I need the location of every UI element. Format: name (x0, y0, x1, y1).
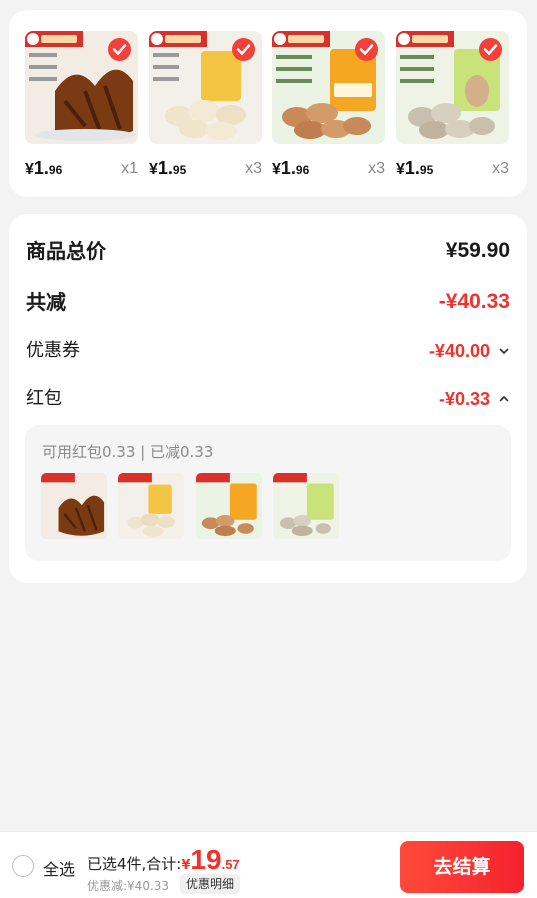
checkout-button[interactable]: 去结算 (400, 841, 524, 893)
total-reduction-value: -¥40.33 (438, 290, 510, 313)
checkmark-icon (355, 38, 378, 61)
product-quantity: x3 (368, 160, 385, 177)
product-image-cashews[interactable] (149, 31, 262, 144)
select-all-label[interactable]: 全选 (43, 856, 75, 880)
price-summary-card: 商品总价 ¥59.90 共减 -¥40.33 优惠券 -¥40.00 红包 -¥… (9, 214, 527, 583)
chevron-down-icon[interactable] (498, 347, 510, 355)
product-item[interactable]: ¥1.96 x3 (272, 31, 385, 178)
redpack-product-thumb (196, 473, 262, 539)
total-price-value: ¥59.90 (445, 239, 510, 262)
redpack-product-thumb (41, 473, 107, 539)
redpack-info-text: 可用红包0.33 | 已减0.33 (42, 443, 214, 461)
redpack-details-panel: 可用红包0.33 | 已减0.33 (25, 425, 511, 561)
total-summary: 已选4件,合计:¥19.57 (87, 844, 240, 875)
redpack-product-thumb (118, 473, 184, 539)
product-image-almonds[interactable] (396, 31, 509, 144)
redpack-product-thumb (273, 473, 339, 539)
product-image-brazil-nuts[interactable] (272, 31, 385, 144)
discount-text: 优惠减:¥40.33 (87, 879, 170, 893)
product-image-beef-jerky[interactable] (25, 31, 138, 144)
discount-detail-button[interactable]: 优惠明细 (180, 874, 241, 894)
redpack-label: 红包 (26, 388, 62, 409)
product-price: ¥1.96 (25, 158, 63, 178)
product-price: ¥1.96 (272, 158, 310, 178)
selected-count-text: 已选4件,合计: (87, 855, 182, 873)
product-quantity: x1 (121, 160, 138, 177)
total-price-label: 商品总价 (26, 239, 106, 263)
select-all-radio[interactable] (12, 855, 34, 877)
coupon-value: -¥40.00 (428, 341, 490, 361)
coupon-label: 优惠券 (26, 340, 80, 361)
product-price: ¥1.95 (396, 158, 434, 178)
product-item[interactable]: ¥1.95 x3 (396, 31, 509, 178)
checkmark-icon (479, 38, 502, 61)
chevron-up-icon[interactable] (498, 395, 510, 403)
total-reduction-label: 共减 (26, 290, 66, 314)
total-amount-dec: .57 (221, 857, 240, 872)
coupon-row[interactable]: 优惠券 -¥40.00 (26, 336, 510, 366)
product-quantity: x3 (492, 160, 509, 177)
checkout-bar: 全选 已选4件,合计:¥19.57 优惠减:¥40.33 优惠明细 去结算 (0, 831, 537, 898)
product-item[interactable]: ¥1.95 x3 (149, 31, 262, 178)
checkmark-icon (232, 38, 255, 61)
product-price: ¥1.95 (149, 158, 187, 178)
total-reduction-row: 共减 -¥40.33 (26, 287, 510, 317)
product-quantity: x3 (245, 160, 262, 177)
selected-products-card: ¥1.96 x1 ¥1.95 x3 ¥1.96 x3 ¥1.95 x3 (9, 10, 527, 197)
total-amount-int: 19 (190, 844, 222, 875)
total-price-row: 商品总价 ¥59.90 (26, 236, 510, 266)
redpack-value: -¥0.33 (438, 389, 490, 409)
product-item[interactable]: ¥1.96 x1 (25, 31, 138, 178)
checkmark-icon (108, 38, 131, 61)
redpack-row[interactable]: 红包 -¥0.33 (26, 384, 510, 414)
